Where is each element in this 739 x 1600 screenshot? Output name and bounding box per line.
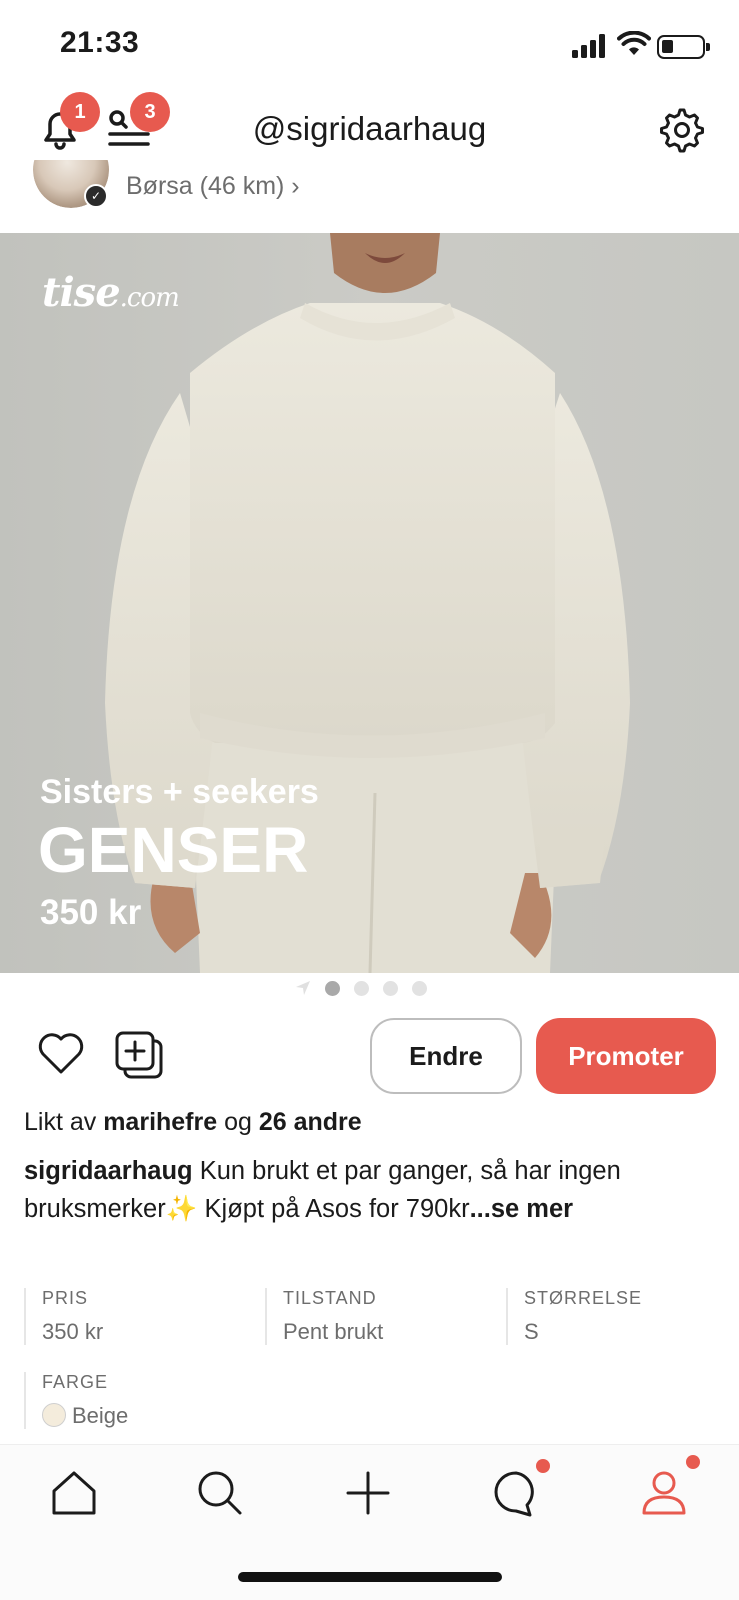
profile-username: @sigridaarhaug	[252, 110, 487, 147]
page-dot[interactable]	[412, 980, 427, 996]
attribute-price: PRIS 350 kr	[24, 1288, 103, 1345]
search-icon[interactable]	[194, 1467, 246, 1519]
gear-icon[interactable]	[656, 106, 704, 154]
tise-logo: tise.com	[42, 269, 180, 316]
attribute-color: FARGE Beige	[24, 1372, 128, 1429]
attribute-label: STØRRELSE	[524, 1288, 643, 1308]
chat-icon[interactable]	[490, 1467, 542, 1519]
promote-button[interactable]: Promoter	[536, 1018, 716, 1094]
heart-icon[interactable]	[35, 1028, 87, 1080]
status-time: 21:33	[60, 26, 140, 59]
home-indicator	[238, 1572, 502, 1582]
battery-icon	[657, 35, 710, 59]
listing-image[interactable]: tise.com Sisters + seekers GENSER 350 kr	[0, 233, 739, 973]
wifi-icon	[617, 31, 651, 55]
attribute-label: PRIS	[42, 1288, 89, 1308]
listing-price: 350 kr	[40, 893, 142, 932]
verified-check-icon: ✓	[84, 184, 108, 208]
location-arrow-icon	[296, 981, 310, 995]
listing-brand: Sisters + seekers	[40, 773, 319, 811]
attribute-label: TILSTAND	[283, 1288, 377, 1308]
cellular-signal-icon	[572, 34, 605, 58]
attribute-condition: TILSTAND Pent brukt	[265, 1288, 383, 1345]
profile-icon[interactable]	[638, 1467, 690, 1519]
image-pagination	[295, 980, 427, 996]
description-author[interactable]: sigridaarhaug	[24, 1157, 193, 1185]
page-dot[interactable]	[383, 980, 398, 996]
page-dot[interactable]	[354, 980, 369, 996]
page-dot[interactable]	[325, 980, 340, 996]
attribute-value: Beige	[42, 1403, 128, 1429]
attribute-size: STØRRELSE S	[506, 1288, 642, 1345]
likes-others[interactable]: 26 andre	[259, 1108, 362, 1136]
home-icon[interactable]	[48, 1467, 100, 1519]
color-swatch	[42, 1403, 66, 1428]
attribute-value: 350 kr	[42, 1319, 104, 1344]
see-more-link[interactable]: ...se mer	[470, 1195, 573, 1223]
edit-button[interactable]: Endre	[370, 1018, 522, 1094]
profile-notification-dot	[686, 1455, 700, 1469]
add-to-collection-icon[interactable]	[114, 1030, 166, 1082]
listing-description: sigridaarhaug Kun brukt et par ganger, s…	[24, 1152, 724, 1228]
liked-by-user[interactable]: marihefre	[103, 1108, 217, 1136]
chat-notification-dot	[536, 1459, 550, 1473]
attribute-label: FARGE	[42, 1372, 109, 1392]
listing-title: GENSER	[38, 814, 309, 886]
likes-prefix: Likt av	[24, 1108, 104, 1136]
plus-icon[interactable]	[342, 1467, 394, 1519]
likes-middle: og	[217, 1108, 259, 1136]
location-link[interactable]: Børsa (46 km) ›	[126, 172, 300, 201]
attribute-value: Pent brukt	[283, 1319, 384, 1344]
likes-summary[interactable]: Likt av marihefre og 26 andre	[24, 1108, 362, 1137]
attribute-value: S	[524, 1319, 539, 1344]
color-name: Beige	[72, 1403, 129, 1428]
